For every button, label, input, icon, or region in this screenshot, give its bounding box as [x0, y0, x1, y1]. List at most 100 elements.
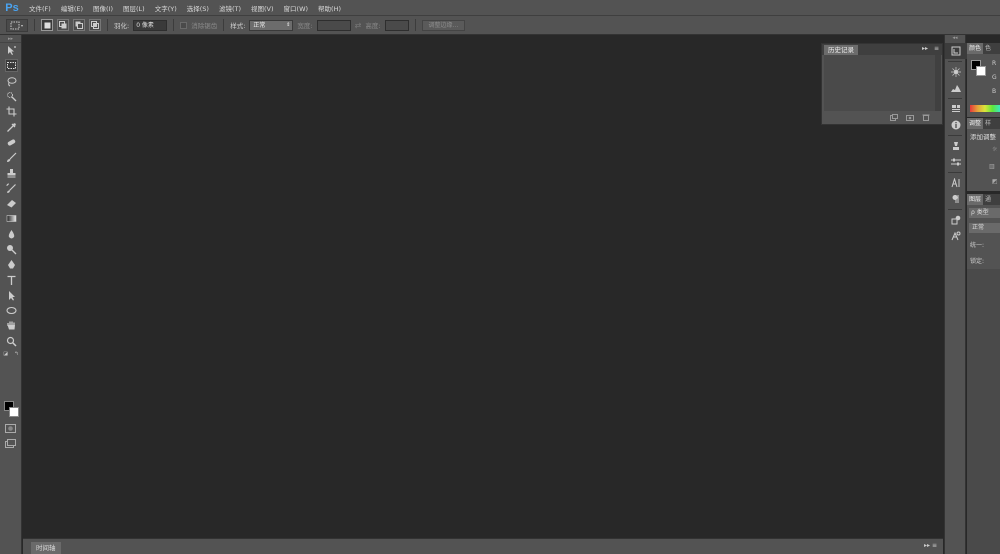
- history-list[interactable]: [824, 55, 936, 111]
- adjustments-panel-tabs: 调整 样: [967, 118, 1000, 129]
- menu-help[interactable]: 帮助(H): [313, 3, 346, 13]
- glyphs-icon: [951, 231, 961, 241]
- swap-icon[interactable]: ⇄: [355, 21, 362, 30]
- quick-mask-button[interactable]: [5, 424, 16, 435]
- dodge-icon: [6, 245, 16, 255]
- tab-layers[interactable]: 图层: [967, 194, 984, 205]
- layer-filter-select[interactable]: ρ 类型: [969, 208, 1000, 218]
- refine-edge-button[interactable]: 调整边缘...: [421, 19, 466, 31]
- ellipse-tool[interactable]: [0, 303, 22, 318]
- move-tool[interactable]: [0, 43, 22, 58]
- background-color-swatch[interactable]: [976, 66, 986, 76]
- crop-tool[interactable]: [0, 104, 22, 119]
- blend-mode-select[interactable]: 正常: [969, 223, 1000, 233]
- layers-list[interactable]: [967, 269, 1000, 554]
- brightness-icon[interactable]: ☼: [992, 146, 997, 153]
- brush-tool[interactable]: [0, 150, 22, 165]
- tab-channels[interactable]: 通: [983, 194, 993, 205]
- chevron-down-icon: ⇕: [286, 21, 291, 28]
- paragraph-button[interactable]: [945, 191, 967, 207]
- rect-marquee-tool[interactable]: [0, 58, 22, 73]
- background-color-swatch[interactable]: [9, 407, 19, 417]
- tool-preset-picker[interactable]: [6, 18, 28, 32]
- quick-select-tool[interactable]: [0, 89, 22, 104]
- collapse-toggle[interactable]: ▸▸: [0, 35, 21, 43]
- separator: [948, 172, 962, 173]
- menu-edit[interactable]: 编辑(E): [56, 3, 88, 13]
- separator: [34, 19, 35, 31]
- subtract-selection-button[interactable]: [73, 19, 85, 31]
- zoom-tool[interactable]: [0, 334, 22, 349]
- hand-tool[interactable]: [0, 318, 22, 333]
- menu-view[interactable]: 视图(V): [246, 3, 279, 13]
- tab-color[interactable]: 颜色: [967, 43, 984, 54]
- history-scrollbar[interactable]: [935, 55, 941, 111]
- paragraph-icon: [952, 195, 959, 203]
- brush-preset-button[interactable]: [945, 64, 967, 80]
- intersect-selection-button[interactable]: [89, 19, 101, 31]
- sliders-icon: [951, 158, 961, 166]
- dodge-tool[interactable]: [0, 242, 22, 257]
- timeline-tab[interactable]: 时间轴: [31, 542, 61, 554]
- history-panel-tab[interactable]: 历史记录: [824, 45, 858, 55]
- style-select[interactable]: 正常 ⇕: [249, 19, 294, 31]
- levels-icon[interactable]: ▥: [989, 163, 995, 170]
- eyedropper-tool[interactable]: [0, 119, 22, 134]
- screen-mode-button[interactable]: [5, 439, 16, 450]
- new-selection-button[interactable]: [41, 19, 53, 31]
- color-panel-tabs: 颜色 色: [967, 43, 1000, 54]
- strip-collapse-toggle[interactable]: ◂◂: [945, 35, 965, 43]
- tab-adjustments[interactable]: 调整: [967, 118, 984, 129]
- default-colors-icon[interactable]: ◪: [3, 351, 8, 357]
- type-tool[interactable]: [0, 272, 22, 287]
- menu-filter[interactable]: 滤镜(T): [214, 3, 246, 13]
- panel-collapse-icon[interactable]: ▸▸: [922, 45, 928, 52]
- new-document-from-state-icon[interactable]: [890, 113, 898, 121]
- app-logo: Ps: [5, 1, 19, 14]
- properties-button[interactable]: [945, 154, 967, 170]
- color-spectrum[interactable]: [970, 105, 1000, 112]
- menu-layer[interactable]: 图层(L): [118, 3, 150, 13]
- swap-colors-icon[interactable]: ↰: [15, 351, 19, 357]
- clone-source-button[interactable]: [945, 212, 967, 228]
- marquee-icon: [10, 21, 23, 29]
- eraser-tool[interactable]: [0, 196, 22, 211]
- trash-icon[interactable]: [922, 114, 930, 121]
- eraser-icon: [6, 200, 16, 208]
- curves-icon[interactable]: ◩: [992, 178, 998, 185]
- lasso-tool[interactable]: [0, 74, 22, 89]
- type-icon: [7, 275, 15, 285]
- menu-image[interactable]: 图像(I): [88, 3, 118, 13]
- feather-input[interactable]: 0 像素: [133, 19, 168, 31]
- panel-menu-icon[interactable]: ≡: [934, 45, 939, 52]
- path-select-tool[interactable]: [0, 288, 22, 303]
- height-input[interactable]: [384, 19, 409, 31]
- history-panel-button[interactable]: [945, 43, 967, 59]
- brush-icon: [6, 152, 16, 163]
- pen-tool[interactable]: [0, 257, 22, 272]
- document-canvas[interactable]: [23, 35, 943, 538]
- healing-brush-tool[interactable]: [0, 135, 22, 150]
- menu-file[interactable]: 文件(F): [24, 3, 56, 13]
- add-selection-button[interactable]: [57, 19, 69, 31]
- character-button[interactable]: [945, 175, 967, 191]
- glyphs-button[interactable]: [945, 228, 967, 244]
- width-input[interactable]: [316, 19, 351, 31]
- tool-presets-button[interactable]: [945, 138, 967, 154]
- history-brush-tool[interactable]: [0, 181, 22, 196]
- camera-icon[interactable]: [906, 114, 914, 121]
- clone-stamp-tool[interactable]: [0, 165, 22, 180]
- menu-select[interactable]: 选择(S): [182, 3, 214, 13]
- panel-collapse-icon[interactable]: ▸▸ ≡: [924, 542, 937, 549]
- antialias-checkbox[interactable]: [180, 21, 188, 29]
- gradient-tool[interactable]: [0, 211, 22, 226]
- menu-type[interactable]: 文字(Y): [150, 3, 182, 13]
- swap-colors[interactable]: ◪ ↰: [0, 349, 22, 359]
- tab-styles[interactable]: 样: [983, 118, 993, 129]
- actions-button[interactable]: [945, 101, 967, 117]
- histogram-button[interactable]: [945, 80, 967, 96]
- info-button[interactable]: [945, 117, 967, 133]
- tab-swatches[interactable]: 色: [983, 43, 993, 54]
- blur-tool[interactable]: [0, 227, 22, 242]
- menu-window[interactable]: 窗口(W): [279, 3, 314, 13]
